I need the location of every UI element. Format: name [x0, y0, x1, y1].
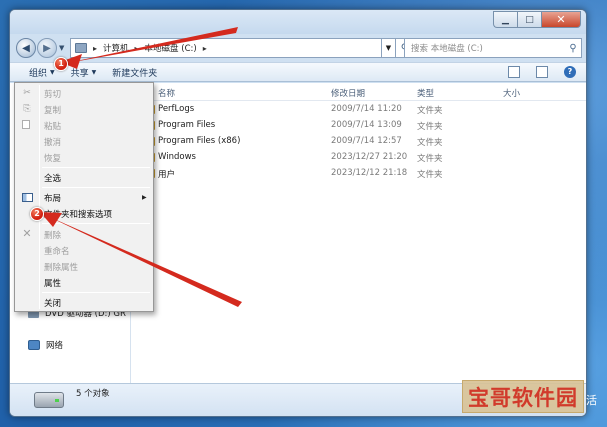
- menu-item-remove-properties[interactable]: 删除属性: [44, 261, 78, 273]
- layout-icon: [22, 193, 33, 202]
- hard-drive-icon: [34, 392, 64, 408]
- menu-item-delete[interactable]: 删除: [44, 229, 61, 241]
- maximize-button[interactable]: □: [517, 11, 541, 28]
- share-button[interactable]: 共享 ▼: [63, 66, 105, 79]
- file-name: Program Files (x86): [158, 136, 241, 146]
- chevron-right-icon[interactable]: ▸: [203, 44, 207, 53]
- file-date: 2023/12/27 21:20: [331, 152, 408, 162]
- step-badge-2: 2: [30, 207, 44, 221]
- file-name: Windows: [158, 152, 196, 162]
- address-bar[interactable]: ▸ 计算机 ▸ 本地磁盘 (C:) ▸: [70, 38, 382, 58]
- file-list: PerfLogs 2009/7/14 11:20 文件夹 Program Fil…: [131, 102, 586, 182]
- organize-menu: ✂ 剪切 ⎘ 复制 粘贴 撤消 恢复 全选 布局 ▶ 文件夹和搜索选项 ✕ 删除…: [14, 82, 154, 312]
- file-name: PerfLogs: [158, 104, 195, 114]
- chevron-down-icon: ▼: [50, 68, 55, 76]
- delete-icon: ✕: [22, 227, 32, 240]
- scissors-icon: ✂: [23, 88, 31, 98]
- file-date: 2009/7/14 12:57: [331, 136, 402, 146]
- column-name[interactable]: 名称: [158, 87, 175, 99]
- file-row[interactable]: Program Files 2009/7/14 13:09 文件夹: [131, 118, 586, 134]
- menu-item-cut[interactable]: 剪切: [44, 88, 61, 100]
- column-date-modified[interactable]: 修改日期: [331, 87, 365, 99]
- menu-item-redo[interactable]: 恢复: [44, 152, 61, 164]
- file-row[interactable]: Program Files (x86) 2009/7/14 12:57 文件夹: [131, 134, 586, 150]
- preview-pane-icon[interactable]: [536, 66, 548, 78]
- nav-item-network[interactable]: 网络: [28, 339, 63, 351]
- title-bar[interactable]: ▁ □ ✕: [10, 10, 586, 34]
- view-controls: ?: [508, 66, 576, 78]
- menu-item-close[interactable]: 关闭: [44, 297, 61, 309]
- network-icon: [28, 340, 40, 350]
- column-type[interactable]: 类型: [417, 87, 434, 99]
- nav-item-label: 网络: [46, 341, 64, 351]
- file-name: 用户: [158, 170, 176, 180]
- chevron-right-icon[interactable]: ▸: [135, 44, 139, 53]
- file-type: 文件夹: [417, 122, 443, 132]
- column-headers: 名称 修改日期 类型 大小: [131, 83, 586, 101]
- menu-separator: [42, 167, 150, 168]
- column-size[interactable]: 大小: [503, 87, 520, 99]
- watermark-tail-text: 活: [586, 394, 597, 407]
- menu-gutter: [39, 85, 40, 309]
- menu-separator: [42, 292, 150, 293]
- menu-item-folder-search-options[interactable]: 文件夹和搜索选项: [44, 208, 112, 220]
- item-count: 5 个对象: [76, 389, 110, 399]
- menu-item-layout[interactable]: 布局: [44, 192, 61, 204]
- new-folder-label: 新建文件夹: [112, 68, 158, 79]
- chevron-right-icon[interactable]: ▸: [93, 44, 97, 53]
- caption-buttons: ▁ □ ✕: [493, 11, 581, 28]
- submenu-arrow-icon: ▶: [142, 194, 147, 201]
- menu-item-undo[interactable]: 撤消: [44, 136, 61, 148]
- search-box[interactable]: 搜索 本地磁盘 (C:) ⚲: [404, 38, 582, 58]
- close-button[interactable]: ✕: [541, 11, 581, 28]
- menu-item-copy[interactable]: 复制: [44, 104, 61, 116]
- step-badge-1: 1: [54, 57, 68, 71]
- file-row[interactable]: PerfLogs 2009/7/14 11:20 文件夹: [131, 102, 586, 118]
- navigation-row: ◀ ▶ ▼ ▸ 计算机 ▸ 本地磁盘 (C:) ▸ ▼ ⟳ 搜索 本地磁盘 (C…: [10, 36, 586, 60]
- breadcrumb-computer[interactable]: 计算机: [103, 42, 129, 54]
- view-options-icon[interactable]: [508, 66, 520, 78]
- menu-item-select-all[interactable]: 全选: [44, 172, 61, 184]
- search-icon[interactable]: ⚲: [565, 43, 581, 54]
- file-name: Program Files: [158, 120, 216, 130]
- file-row[interactable]: 用户 2023/12/12 21:18 文件夹: [131, 166, 586, 182]
- file-date: 2023/12/12 21:18: [331, 168, 408, 178]
- command-bar: 组织 ▼ 共享 ▼ 新建文件夹 ?: [10, 62, 586, 82]
- breadcrumb-local-disk[interactable]: 本地磁盘 (C:): [145, 42, 197, 54]
- recent-pages-dropdown[interactable]: ▼: [59, 44, 64, 52]
- paste-icon: [22, 120, 30, 129]
- help-icon[interactable]: ?: [564, 66, 576, 78]
- menu-item-rename[interactable]: 重命名: [44, 245, 70, 257]
- file-type: 文件夹: [417, 154, 443, 164]
- minimize-button[interactable]: ▁: [493, 11, 517, 28]
- menu-item-properties[interactable]: 属性: [44, 277, 61, 289]
- back-button[interactable]: ◀: [16, 38, 36, 58]
- file-type: 文件夹: [417, 106, 443, 116]
- file-row[interactable]: Windows 2023/12/27 21:20 文件夹: [131, 150, 586, 166]
- copy-icon: ⎘: [23, 104, 31, 114]
- file-date: 2009/7/14 11:20: [331, 104, 402, 114]
- forward-button[interactable]: ▶: [37, 38, 57, 58]
- menu-item-paste[interactable]: 粘贴: [44, 120, 61, 132]
- computer-icon: [75, 43, 87, 53]
- file-date: 2009/7/14 13:09: [331, 120, 402, 130]
- new-folder-button[interactable]: 新建文件夹: [104, 66, 165, 79]
- search-input[interactable]: 搜索 本地磁盘 (C:): [411, 42, 483, 54]
- share-label: 共享: [70, 68, 89, 79]
- file-type: 文件夹: [417, 138, 443, 148]
- file-type: 文件夹: [417, 170, 443, 180]
- menu-separator: [42, 187, 150, 188]
- menu-separator: [42, 223, 150, 224]
- address-dropdown[interactable]: ▼: [382, 38, 396, 58]
- chevron-down-icon: ▼: [91, 68, 97, 76]
- organize-label: 组织: [29, 68, 48, 79]
- watermark-logo: 宝哥软件园: [462, 380, 584, 413]
